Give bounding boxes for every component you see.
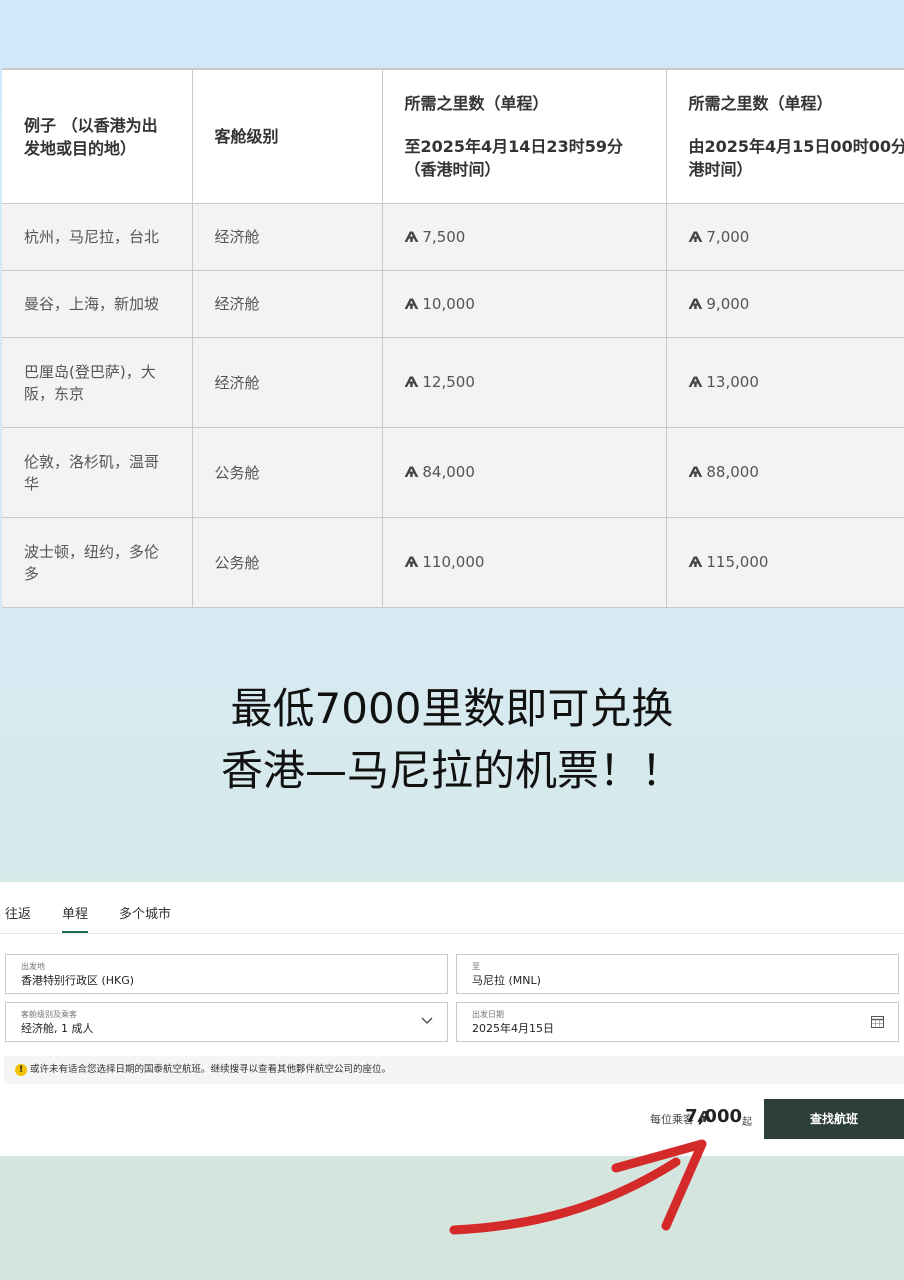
header-miles-after: 所需之里数（单程） 由2025年4月15日00时00分起（香港时间） — [665, 69, 904, 204]
chevron-down-icon — [421, 1017, 433, 1024]
avios-icon: Ѧ — [404, 465, 419, 481]
cell-cabin: 公务舱 — [191, 427, 383, 518]
cell-miles-before: Ѧ 110,000 — [381, 517, 667, 607]
cell-miles-after: Ѧ 115,000 — [665, 517, 904, 607]
miles-before-value: 84,000 — [422, 463, 475, 481]
table-row: 伦敦，洛杉矶，温哥华 公务舱 Ѧ 84,000 Ѧ 88,000 — [2, 427, 904, 518]
header-miles-before: 所需之里数（单程） 至2025年4月14日23时59分（香港时间） — [381, 69, 667, 204]
cell-miles-after: Ѧ 13,000 — [665, 337, 904, 428]
miles-after-value: 13,000 — [706, 373, 759, 391]
header-example: 例子 （以香港为出发地或目的地） — [2, 69, 193, 204]
avios-icon: Ѧ — [688, 375, 703, 391]
cell-miles-before: Ѧ 7,500 — [381, 203, 667, 271]
tab-round-trip[interactable]: 往返 — [5, 903, 31, 922]
table-row: 曼谷，上海，新加坡 经济舱 Ѧ 10,000 Ѧ 9,000 — [2, 270, 904, 338]
price-suffix: 起 — [742, 1117, 752, 1128]
notice-text: 或许未有适合您选择日期的国泰航空航班。继续搜寻以查看其他夥伴航空公司的座位。 — [30, 1064, 392, 1075]
cell-cities: 杭州，马尼拉，台北 — [2, 203, 193, 271]
header-miles-before-date: 至2025年4月14日23时59分（香港时间） — [404, 137, 623, 179]
cabin-value: 经济舱, 1 成人 — [21, 1022, 94, 1035]
from-value: 香港特别行政区 (HKG) — [21, 974, 135, 987]
miles-before-value: 110,000 — [422, 553, 485, 571]
miles-table-container: 例子 （以香港为出发地或目的地） 客舱级别 所需之里数（单程） 至2025年4月… — [2, 68, 904, 608]
search-flights-button[interactable]: 查找航班 — [764, 1099, 904, 1139]
cell-cabin: 经济舱 — [191, 337, 383, 428]
cell-cabin: 经济舱 — [191, 203, 383, 271]
warning-icon: ! — [15, 1064, 27, 1076]
cell-cities: 伦敦，洛杉矶，温哥华 — [2, 427, 193, 518]
table-row: 杭州，马尼拉，台北 经济舱 Ѧ 7,500 Ѧ 7,000 — [2, 203, 904, 271]
to-label: 至 — [472, 962, 480, 971]
date-value: 2025年4月15日 — [472, 1022, 554, 1035]
avios-icon: Ѧ — [688, 465, 703, 481]
header-cabin: 客舱级别 — [191, 69, 383, 204]
price-value: 7,000 — [685, 1106, 742, 1127]
date-label: 出发日期 — [472, 1010, 504, 1019]
header-cabin-text: 客舱级别 — [214, 127, 279, 146]
miles-after-value: 9,000 — [706, 294, 750, 313]
table-row: 波士顿，纽约，多伦多 公务舱 Ѧ 110,000 Ѧ 115,000 — [2, 517, 904, 607]
cabin-passenger-select[interactable]: 客舱级别及乘客 经济舱, 1 成人 — [5, 1002, 448, 1042]
table-header-row: 例子 （以香港为出发地或目的地） 客舱级别 所需之里数（单程） 至2025年4月… — [2, 69, 904, 204]
miles-table: 例子 （以香港为出发地或目的地） 客舱级别 所需之里数（单程） 至2025年4月… — [2, 69, 904, 607]
from-label: 出发地 — [21, 962, 45, 971]
avios-icon: Ѧ — [688, 555, 703, 571]
calendar-icon[interactable] — [871, 1015, 884, 1028]
cell-cities: 巴厘岛(登巴萨)，大阪，东京 — [2, 337, 193, 428]
headline-line-2: 香港—马尼拉的机票！！ — [220, 746, 683, 795]
to-value: 马尼拉 (MNL) — [472, 974, 541, 987]
tab-one-way[interactable]: 单程 — [62, 903, 89, 933]
to-field[interactable]: 至 马尼拉 (MNL) — [456, 954, 899, 994]
avios-icon: Ѧ — [404, 375, 419, 391]
miles-before-value: 10,000 — [422, 294, 475, 313]
cell-miles-before: Ѧ 12,500 — [381, 337, 667, 428]
avios-icon: Ѧ — [404, 555, 419, 571]
tab-multi-city[interactable]: 多个城市 — [119, 903, 171, 922]
header-miles-after-date: 由2025年4月15日00时00分起（香港时间） — [688, 137, 904, 179]
cell-miles-before: Ѧ 10,000 — [381, 270, 667, 338]
avios-icon: Ѧ — [688, 296, 703, 313]
avios-icon: Ѧ — [688, 229, 703, 246]
table-row: 巴厘岛(登巴萨)，大阪，东京 经济舱 Ѧ 12,500 Ѧ 13,000 — [2, 337, 904, 428]
headline-line-1: 最低7000里数即可兑换 — [230, 684, 674, 733]
header-miles-before-title: 所需之里数（单程） — [404, 94, 549, 113]
cell-cabin: 经济舱 — [191, 270, 383, 338]
miles-after-value: 88,000 — [706, 463, 759, 481]
miles-after-value: 7,000 — [706, 227, 750, 246]
cell-cabin: 公务舱 — [191, 517, 383, 607]
from-field[interactable]: 出发地 香港特别行政区 (HKG) — [5, 954, 448, 994]
cell-miles-before: Ѧ 84,000 — [381, 427, 667, 518]
cell-miles-after: Ѧ 9,000 — [665, 270, 904, 338]
cell-miles-after: Ѧ 88,000 — [665, 427, 904, 518]
avios-icon: Ѧ — [404, 296, 419, 313]
header-miles-after-title: 所需之里数（单程） — [688, 94, 833, 113]
header-example-text: 例子 （以香港为出发地或目的地） — [24, 115, 158, 158]
promo-headline: 最低7000里数即可兑换 香港—马尼拉的机票！！ — [0, 678, 904, 802]
cell-cities: 波士顿，纽约，多伦多 — [2, 517, 193, 607]
cell-miles-after: Ѧ 7,000 — [665, 203, 904, 271]
trip-type-tabs: 往返 单程 多个城市 — [0, 882, 904, 934]
miles-before-value: 7,500 — [422, 227, 466, 246]
cell-cities: 曼谷，上海，新加坡 — [2, 270, 193, 338]
cabin-label: 客舱级别及乘客 — [21, 1010, 77, 1019]
miles-before-value: 12,500 — [422, 373, 475, 391]
avios-icon: Ѧ — [404, 229, 419, 246]
flight-booking-widget: 往返 单程 多个城市 出发地 香港特别行政区 (HKG) 至 马尼拉 (MNL)… — [0, 882, 904, 1156]
availability-notice: ! 或许未有适合您选择日期的国泰航空航班。继续搜寻以查看其他夥伴航空公司的座位。 — [4, 1056, 904, 1084]
miles-after-value: 115,000 — [706, 553, 769, 571]
red-arrow-icon — [449, 1139, 707, 1235]
departure-date-field[interactable]: 出发日期 2025年4月15日 — [456, 1002, 899, 1042]
